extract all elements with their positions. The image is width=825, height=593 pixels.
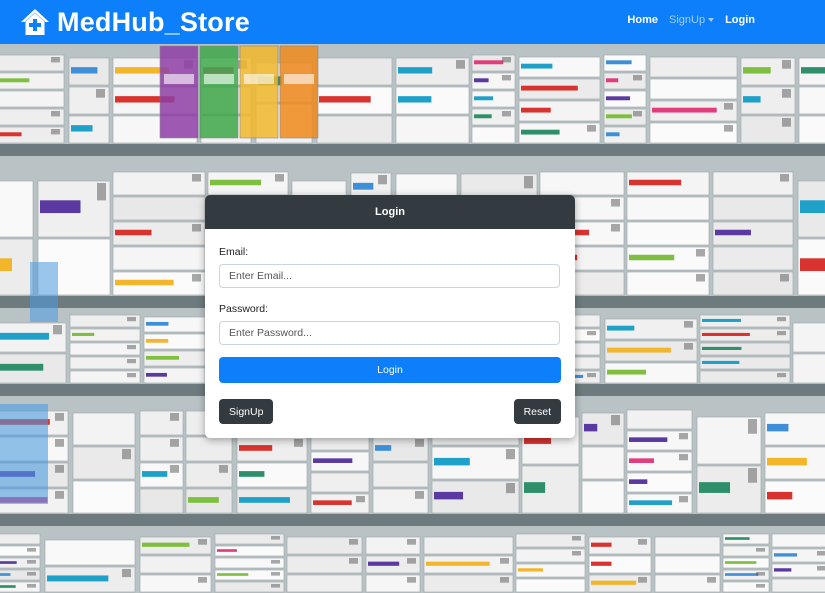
- brand-name: MedHub_Store: [57, 7, 250, 37]
- password-input[interactable]: [219, 321, 560, 345]
- nav-links: Home SignUp Login: [616, 14, 755, 26]
- nav-home-link[interactable]: Home: [627, 14, 658, 26]
- login-card-title: Login: [375, 206, 405, 218]
- nav-signup-dropdown[interactable]: SignUp: [668, 14, 715, 26]
- login-card-body: Email: Password: Login SignUp Reset: [205, 229, 575, 438]
- nav-signup-label: SignUp: [668, 14, 706, 26]
- email-input[interactable]: [219, 264, 560, 288]
- password-label: Password:: [219, 303, 269, 315]
- caret-down-icon: [708, 18, 715, 23]
- top-navbar: MedHub_Store Home SignUp Login: [0, 0, 825, 44]
- email-label: Email:: [219, 246, 249, 258]
- brand-link[interactable]: MedHub_Store: [20, 6, 250, 38]
- login-button[interactable]: Login: [219, 357, 561, 383]
- nav-login-link[interactable]: Login: [725, 14, 755, 26]
- house-medical-icon: [21, 9, 49, 35]
- login-card: Login Email: Password: Login SignUp Rese…: [205, 195, 575, 438]
- reset-button[interactable]: Reset: [513, 399, 561, 424]
- signup-button[interactable]: SignUp: [219, 399, 274, 424]
- login-card-header: Login: [205, 195, 575, 229]
